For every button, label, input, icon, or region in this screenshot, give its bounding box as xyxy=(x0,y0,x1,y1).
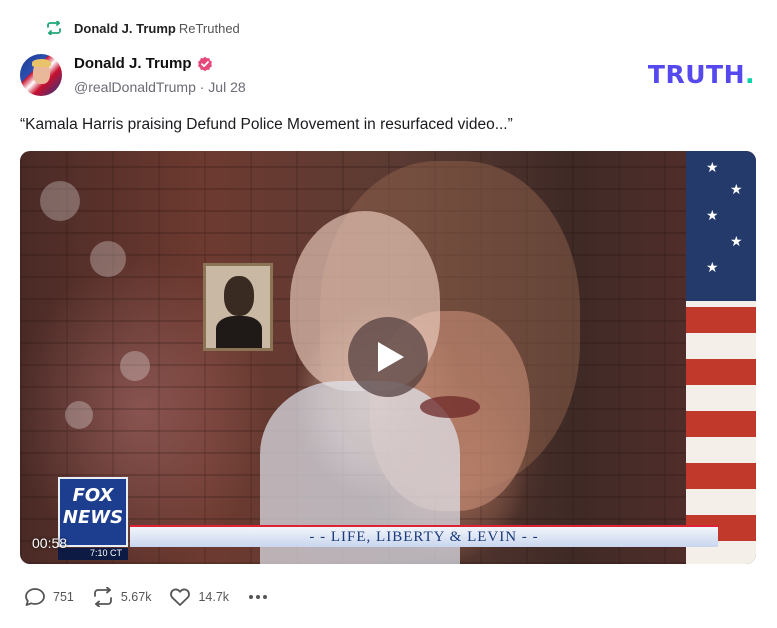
video-player[interactable]: ★ ★ ★ ★ ★ FOX NEWS 7:10 CT - - LIFE, LIB… xyxy=(20,151,756,564)
heart-icon xyxy=(169,587,191,607)
truth-logo: TRUTH. xyxy=(648,60,755,89)
network-logo-top: FOX xyxy=(72,485,114,506)
network-clock: 7:10 CT xyxy=(58,548,128,560)
more-icon[interactable] xyxy=(249,595,268,599)
flag-star: ★ xyxy=(706,259,719,275)
author-name[interactable]: Donald J. Trump xyxy=(74,55,192,72)
flag-canton: ★ ★ ★ ★ ★ xyxy=(686,151,756,301)
flag-star: ★ xyxy=(730,181,743,197)
post-text: “Kamala Harris praising Defund Police Mo… xyxy=(20,116,513,133)
retruth-icon xyxy=(92,587,114,607)
retruth-label: Donald J. Trump ReTruthed xyxy=(74,21,240,36)
like-button[interactable]: 14.7k xyxy=(169,587,229,607)
video-duration: 00:58 xyxy=(32,535,68,551)
handle-and-date[interactable]: @realDonaldTrump · Jul 28 xyxy=(74,79,246,95)
lower-third-banner: - - LIFE, LIBERTY & LEVIN - - xyxy=(130,525,718,547)
reply-button[interactable]: 751 xyxy=(24,587,74,607)
reply-count: 751 xyxy=(53,590,74,604)
avatar[interactable] xyxy=(20,54,62,96)
logo-text: TRUTH xyxy=(647,60,745,89)
like-count: 14.7k xyxy=(198,590,230,604)
network-logo: FOX NEWS xyxy=(58,477,128,547)
network-logo-bottom: NEWS xyxy=(62,507,124,528)
lower-third-text: - - LIFE, LIBERTY & LEVIN - - xyxy=(309,529,539,545)
more-dot xyxy=(249,595,254,599)
video-portrait xyxy=(203,263,273,351)
retruth-header: Donald J. Trump ReTruthed xyxy=(46,18,240,38)
logo-dot: . xyxy=(745,60,755,89)
portrait-head xyxy=(224,276,254,316)
bokeh-light xyxy=(120,351,150,381)
retruth-count: 5.67k xyxy=(120,590,152,604)
retruth-icon xyxy=(46,21,62,35)
verified-badge-icon xyxy=(197,56,213,72)
more-dot xyxy=(263,595,268,599)
retruth-button[interactable]: 5.67k xyxy=(92,587,152,607)
flag-star: ★ xyxy=(730,233,743,249)
video-mouth xyxy=(420,396,480,418)
retruth-user-name[interactable]: Donald J. Trump xyxy=(74,21,176,36)
bokeh-light xyxy=(65,401,93,429)
author-name-row: Donald J. Trump xyxy=(74,55,213,72)
play-button[interactable] xyxy=(348,317,428,397)
portrait-coat xyxy=(216,316,262,348)
flag-star: ★ xyxy=(706,159,719,175)
bokeh-light xyxy=(90,241,126,277)
retruth-suffix: ReTruthed xyxy=(178,20,240,36)
avatar-hair xyxy=(32,59,51,67)
flag-star: ★ xyxy=(706,207,719,223)
bokeh-light xyxy=(40,181,80,221)
play-icon xyxy=(370,340,406,374)
post-actions: 751 5.67k 14.7k xyxy=(24,586,268,608)
more-dot xyxy=(256,595,261,599)
comment-icon xyxy=(24,587,46,607)
